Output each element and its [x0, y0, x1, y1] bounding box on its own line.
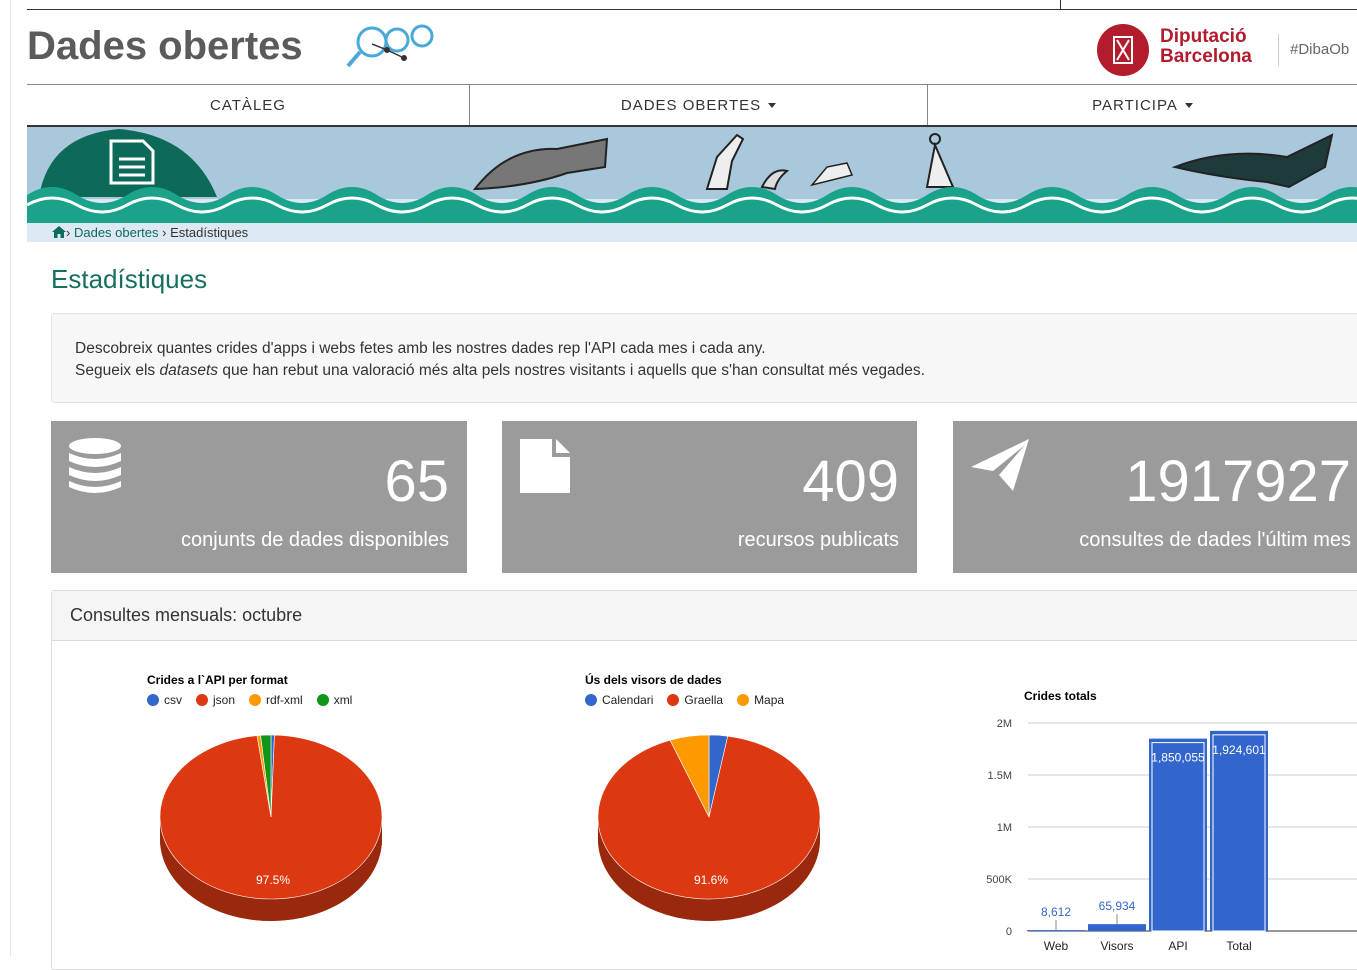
stat-card-datasets: 65 conjunts de dades disponibles: [51, 421, 467, 573]
y-tick-label: 2M: [997, 718, 1012, 730]
x-tick-label: Web: [1044, 939, 1069, 953]
database-icon: [69, 438, 121, 493]
x-tick-label: API: [1168, 939, 1187, 953]
breadcrumb-current: Estadístiques: [170, 225, 249, 240]
stat-card-queries: 1917927 consultes de dades l'últim mes: [953, 421, 1357, 573]
y-tick-label: 0: [1006, 926, 1012, 938]
page-left-rule: [10, 0, 11, 956]
nav-label: CATÀLEG: [210, 96, 286, 114]
hashtag-link[interactable]: #DibaOb: [1290, 41, 1349, 58]
bar-value-label: 1,924,601: [1212, 743, 1266, 757]
page-title: Estadístiques: [51, 264, 208, 294]
stat-card-resources: 409 recursos publicats: [502, 421, 917, 573]
bar-value-label: 1,850,055: [1151, 751, 1205, 765]
bar: [1027, 930, 1085, 932]
chart-legend: Calendari Graella Mapa: [585, 693, 784, 707]
main-nav: CATÀLEG DADES OBERTES PARTICIPA: [27, 84, 1357, 128]
legend-item[interactable]: Mapa: [737, 693, 784, 707]
x-tick-label: Visors: [1100, 939, 1133, 953]
org-name-line1: Diputació: [1160, 26, 1247, 47]
organization-name[interactable]: Diputació Barcelona: [1160, 27, 1252, 67]
chart-title: Crides totals: [1024, 689, 1097, 703]
top-rule: [27, 9, 1357, 10]
chart-title: Ús dels visors de dades: [585, 673, 722, 687]
caret-down-icon: [1184, 102, 1193, 108]
legend-item[interactable]: csv: [147, 693, 182, 707]
stat-label: recursos publicats: [737, 529, 899, 551]
site-brand[interactable]: Dades obertes: [27, 24, 303, 69]
org-name-line2: Barcelona: [1160, 46, 1252, 67]
y-tick-label: 1.5M: [988, 770, 1012, 782]
bar: [1149, 738, 1207, 931]
x-tick-label: Total: [1226, 939, 1251, 953]
open-data-logo-icon: [346, 24, 434, 68]
stat-label: conjunts de dades disponibles: [181, 529, 449, 551]
stat-value: 65: [384, 449, 449, 514]
stat-value: 1917927: [1125, 449, 1351, 514]
top-rule-tick: [1060, 0, 1061, 10]
intro-text-line2: Segueix els datasets que han rebut una v…: [75, 362, 925, 379]
pie-slice-label: 97.5%: [256, 873, 290, 887]
legend-item[interactable]: json: [196, 693, 235, 707]
breadcrumb-separator: ›: [66, 225, 71, 240]
chart-title: Crides a l`API per format: [147, 673, 288, 687]
file-icon: [520, 439, 570, 493]
panel-title: Consultes mensuals: octubre: [52, 591, 1357, 641]
nav-label: DADES OBERTES: [620, 96, 762, 114]
y-tick-label: 500K: [986, 874, 1012, 886]
legend-item[interactable]: xml: [316, 693, 352, 707]
pie-slice-label: 91.6%: [694, 873, 728, 887]
breadcrumb-separator: ›: [162, 225, 167, 240]
bar-value-label: 8,612: [1041, 905, 1071, 919]
intro-text-line1: Descobreix quantes crides d'apps i webs …: [75, 340, 766, 357]
diputacio-seal-logo[interactable]: [1097, 24, 1149, 76]
nav-label: PARTICIPA: [1092, 96, 1178, 114]
breadcrumb-link-dades-obertes[interactable]: Dades obertes: [74, 225, 159, 240]
breadcrumb: › Dades obertes › Estadístiques: [52, 225, 248, 240]
nav-item-dades-obertes[interactable]: DADES OBERTES: [470, 85, 928, 125]
intro-box: Descobreix quantes crides d'apps i webs …: [51, 313, 1357, 403]
bar: [1088, 924, 1146, 931]
legend-item[interactable]: Calendari: [585, 693, 653, 707]
pie-chart-viewers: 91.6%: [597, 734, 821, 921]
bar: [1210, 730, 1268, 931]
header-divider: [1278, 34, 1279, 66]
stat-value: 409: [802, 449, 899, 514]
stat-label: consultes de dades l'últim mes: [1079, 529, 1351, 551]
legend-item[interactable]: Graella: [667, 693, 723, 707]
nav-item-cataleg[interactable]: CATÀLEG: [27, 85, 470, 125]
nav-item-participa[interactable]: PARTICIPA: [928, 85, 1357, 125]
bar-chart-total-calls: 0 500K 1M 1.5M 2M 8,612 Web 65,934 Visors 1,850,0…: [986, 718, 1357, 953]
pie-chart-api-format: 97.5%: [159, 734, 383, 921]
bar-value-label: 65,934: [1099, 899, 1136, 913]
chart-legend: csv json rdf-xml xml: [147, 693, 352, 707]
legend-item[interactable]: rdf-xml: [249, 693, 303, 707]
caret-down-icon: [768, 102, 777, 108]
y-tick-label: 1M: [997, 822, 1012, 834]
paper-plane-icon: [971, 439, 1029, 491]
home-icon[interactable]: [52, 226, 66, 238]
